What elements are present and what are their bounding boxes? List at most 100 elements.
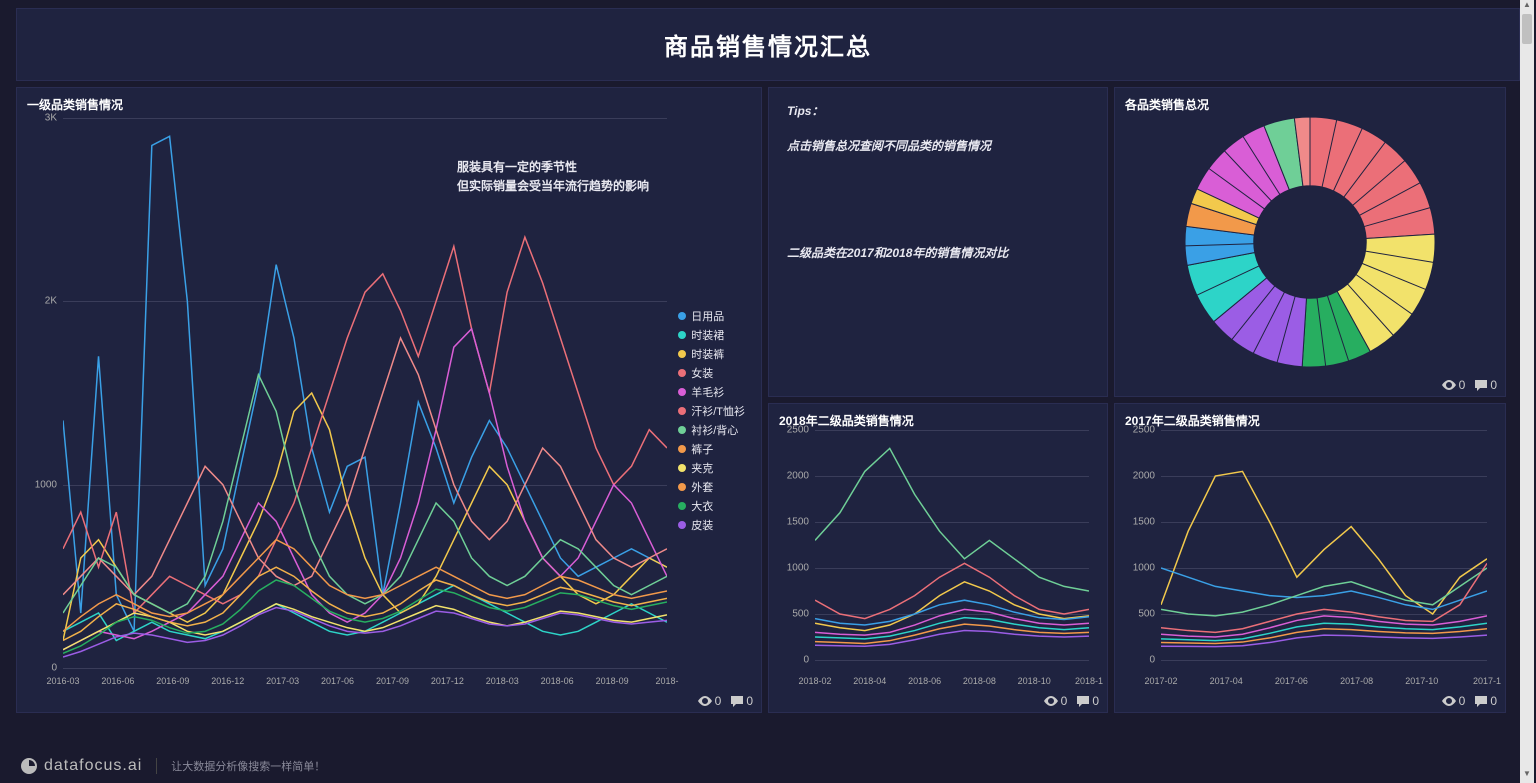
x-tick-label: 2017-04 bbox=[1210, 676, 1243, 686]
dashboard-title: 商品销售情况汇总 bbox=[17, 27, 1519, 62]
views-counter[interactable]: 0 bbox=[1044, 694, 1068, 708]
series-line[interactable] bbox=[815, 624, 1089, 643]
scrollbar-thumb[interactable] bbox=[1522, 14, 1532, 44]
legend[interactable]: 日用品时装裙时装裤女装羊毛衫汗衫/T恤衫衬衫/背心裤子夹克外套大衣皮装 bbox=[678, 308, 745, 536]
y-tick-label: 500 bbox=[1125, 609, 1155, 620]
views-counter[interactable]: 0 bbox=[1442, 378, 1466, 392]
tips-heading: Tips： bbox=[787, 102, 1089, 119]
panel-tips: Tips： 点击销售总况查阅不同品类的销售情况 二级品类在2017和2018年的… bbox=[768, 87, 1108, 397]
x-tick-label: 2017-06 bbox=[321, 676, 354, 686]
series-line[interactable] bbox=[1161, 568, 1487, 609]
x-tick-label: 2018-04 bbox=[853, 676, 886, 686]
legend-item[interactable]: 外套 bbox=[678, 479, 745, 495]
y-tick-label: 2500 bbox=[1125, 425, 1155, 436]
series-line[interactable] bbox=[1161, 563, 1487, 632]
legend-item[interactable]: 日用品 bbox=[678, 308, 745, 324]
legend-label: 裤子 bbox=[691, 441, 713, 457]
legend-item[interactable]: 夹克 bbox=[678, 460, 745, 476]
y-tick-label: 3K bbox=[27, 113, 57, 124]
series-line[interactable] bbox=[63, 604, 667, 650]
views-counter[interactable]: 0 bbox=[698, 694, 722, 708]
y-tick-label: 0 bbox=[779, 655, 809, 666]
x-tick-label: 2017-12 bbox=[431, 676, 464, 686]
x-tick-label: 2016-03 bbox=[46, 676, 79, 686]
legend-item[interactable]: 皮装 bbox=[678, 517, 745, 533]
panel-footer: 0 0 bbox=[1442, 694, 1497, 708]
line-chart-2017[interactable]: 050010001500200025002017-022017-042017-0… bbox=[1125, 430, 1495, 672]
line-chart-main[interactable]: 010002K3K2016-032016-062016-092016-12201… bbox=[27, 118, 681, 672]
x-tick-label: 2018-10 bbox=[1018, 676, 1051, 686]
legend-item[interactable]: 大衣 bbox=[678, 498, 745, 514]
series-line[interactable] bbox=[1161, 616, 1487, 637]
legend-label: 女装 bbox=[691, 365, 713, 381]
footer-brand: datafocus.ai 让大数据分析像搜索一样简单！ bbox=[20, 757, 325, 775]
series-line[interactable] bbox=[815, 609, 1089, 635]
legend-item[interactable]: 时装裤 bbox=[678, 346, 745, 362]
brand-icon bbox=[20, 757, 38, 775]
y-tick-label: 2000 bbox=[1125, 471, 1155, 482]
series-line[interactable] bbox=[63, 329, 667, 650]
legend-label: 日用品 bbox=[691, 308, 724, 324]
footer-divider bbox=[156, 758, 157, 774]
panel-footer: 0 0 bbox=[698, 694, 753, 708]
x-tick-label: 2018-06 bbox=[541, 676, 574, 686]
tips-line-1: 点击销售总况查阅不同品类的销售情况 bbox=[787, 137, 1089, 154]
comments-counter[interactable]: 0 bbox=[731, 694, 753, 708]
scroll-up-icon[interactable]: ▲ bbox=[1520, 0, 1534, 14]
panel-title: 一级品类销售情况 bbox=[27, 96, 751, 113]
tips-line-2: 二级品类在2017和2018年的销售情况对比 bbox=[787, 244, 1089, 261]
x-tick-label: 2016-12 bbox=[211, 676, 244, 686]
comments-counter[interactable]: 0 bbox=[1077, 694, 1099, 708]
panel-footer: 0 0 bbox=[1442, 378, 1497, 392]
panel-footer: 0 0 bbox=[1044, 694, 1099, 708]
dashboard-title-bar: 商品销售情况汇总 bbox=[16, 8, 1520, 81]
legend-label: 时装裤 bbox=[691, 346, 724, 362]
legend-label: 汗衫/T恤衫 bbox=[691, 403, 745, 419]
x-tick-label: 2017-10 bbox=[1405, 676, 1438, 686]
x-tick-label: 2018- bbox=[655, 676, 678, 686]
donut-slice[interactable] bbox=[1310, 117, 1435, 238]
x-tick-label: 2017-09 bbox=[376, 676, 409, 686]
y-tick-label: 1500 bbox=[1125, 517, 1155, 528]
legend-label: 皮装 bbox=[691, 517, 713, 533]
legend-label: 衬衫/背心 bbox=[691, 422, 738, 438]
x-tick-label: 2017-03 bbox=[266, 676, 299, 686]
x-tick-label: 2017-02 bbox=[1144, 676, 1177, 686]
vertical-scrollbar[interactable]: ▲ ▼ bbox=[1520, 0, 1534, 783]
x-tick-label: 2018-08 bbox=[963, 676, 996, 686]
scroll-down-icon[interactable]: ▼ bbox=[1520, 769, 1534, 783]
legend-item[interactable]: 裤子 bbox=[678, 441, 745, 457]
legend-item[interactable]: 女装 bbox=[678, 365, 745, 381]
x-tick-label: 2018-06 bbox=[908, 676, 941, 686]
x-tick-label: 2016-06 bbox=[101, 676, 134, 686]
series-line[interactable] bbox=[815, 563, 1089, 618]
x-tick-label: 2017-06 bbox=[1275, 676, 1308, 686]
legend-label: 大衣 bbox=[691, 498, 713, 514]
legend-item[interactable]: 汗衫/T恤衫 bbox=[678, 403, 745, 419]
comments-counter[interactable]: 0 bbox=[1475, 694, 1497, 708]
legend-label: 羊毛衫 bbox=[691, 384, 724, 400]
brand-logo[interactable]: datafocus.ai bbox=[20, 757, 142, 775]
y-tick-label: 2000 bbox=[779, 471, 809, 482]
legend-item[interactable]: 衬衫/背心 bbox=[678, 422, 745, 438]
comments-counter[interactable]: 0 bbox=[1475, 378, 1497, 392]
y-tick-label: 1000 bbox=[779, 563, 809, 574]
legend-label: 夹克 bbox=[691, 460, 713, 476]
line-chart-2018[interactable]: 050010001500200025002018-022018-042018-0… bbox=[779, 430, 1097, 672]
panel-main-category-sales: 一级品类销售情况 服装具有一定的季节性 但实际销量会受当年流行趋势的影响 日用品… bbox=[16, 87, 762, 713]
donut-chart[interactable] bbox=[1115, 118, 1505, 366]
series-line[interactable] bbox=[1161, 471, 1487, 614]
x-tick-label: 2017-08 bbox=[1340, 676, 1373, 686]
y-tick-label: 0 bbox=[27, 663, 57, 674]
series-line[interactable] bbox=[63, 375, 667, 613]
legend-label: 时装裙 bbox=[691, 327, 724, 343]
legend-item[interactable]: 羊毛衫 bbox=[678, 384, 745, 400]
y-tick-label: 1000 bbox=[1125, 563, 1155, 574]
x-tick-label: 2018-03 bbox=[486, 676, 519, 686]
y-tick-label: 1500 bbox=[779, 517, 809, 528]
panel-title: 2018年二级品类销售情况 bbox=[779, 412, 1097, 429]
legend-item[interactable]: 时装裙 bbox=[678, 327, 745, 343]
panel-title: 2017年二级品类销售情况 bbox=[1125, 412, 1495, 429]
y-tick-label: 2K bbox=[27, 296, 57, 307]
views-counter[interactable]: 0 bbox=[1442, 694, 1466, 708]
